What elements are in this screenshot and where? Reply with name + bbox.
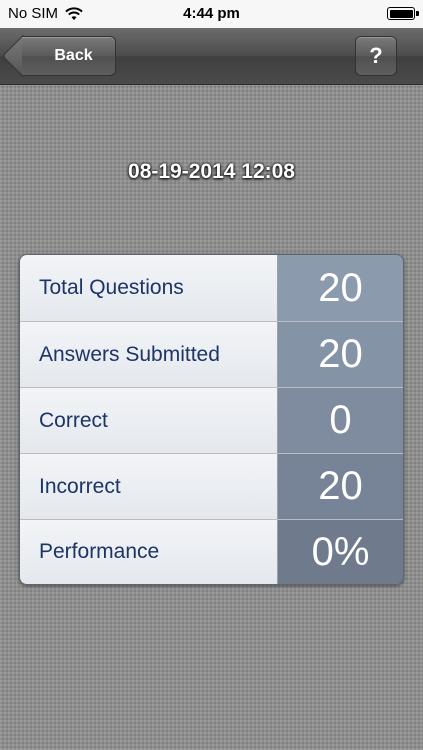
nav-bar: Back ? [0, 28, 423, 85]
status-bar: No SIM 4:44 pm [0, 0, 423, 28]
stats-row-incorrect: Incorrect 20 [20, 454, 403, 520]
stats-row-answers-submitted: Answers Submitted 20 [20, 322, 403, 388]
stats-label: Performance [20, 520, 278, 584]
stats-label: Correct [20, 388, 278, 453]
stats-row-correct: Correct 0 [20, 388, 403, 454]
stats-row-total-questions: Total Questions 20 [20, 255, 403, 322]
stats-value: 0 [278, 388, 403, 453]
status-time: 4:44 pm [183, 5, 240, 22]
help-button[interactable]: ? [355, 36, 397, 76]
stats-value: 20 [278, 255, 403, 321]
session-datetime: 08-19-2014 12:08 [128, 160, 295, 183]
stats-value: 20 [278, 454, 403, 519]
stats-row-performance: Performance 0% [20, 520, 403, 584]
stats-label: Answers Submitted [20, 322, 278, 387]
battery-icon [387, 7, 419, 20]
stats-value: 0% [278, 520, 403, 584]
stats-value: 20 [278, 322, 403, 387]
stats-label: Incorrect [20, 454, 278, 519]
stats-table: Total Questions 20 Answers Submitted 20 … [19, 254, 404, 585]
back-button[interactable]: Back [22, 36, 116, 76]
stats-label: Total Questions [20, 255, 278, 321]
